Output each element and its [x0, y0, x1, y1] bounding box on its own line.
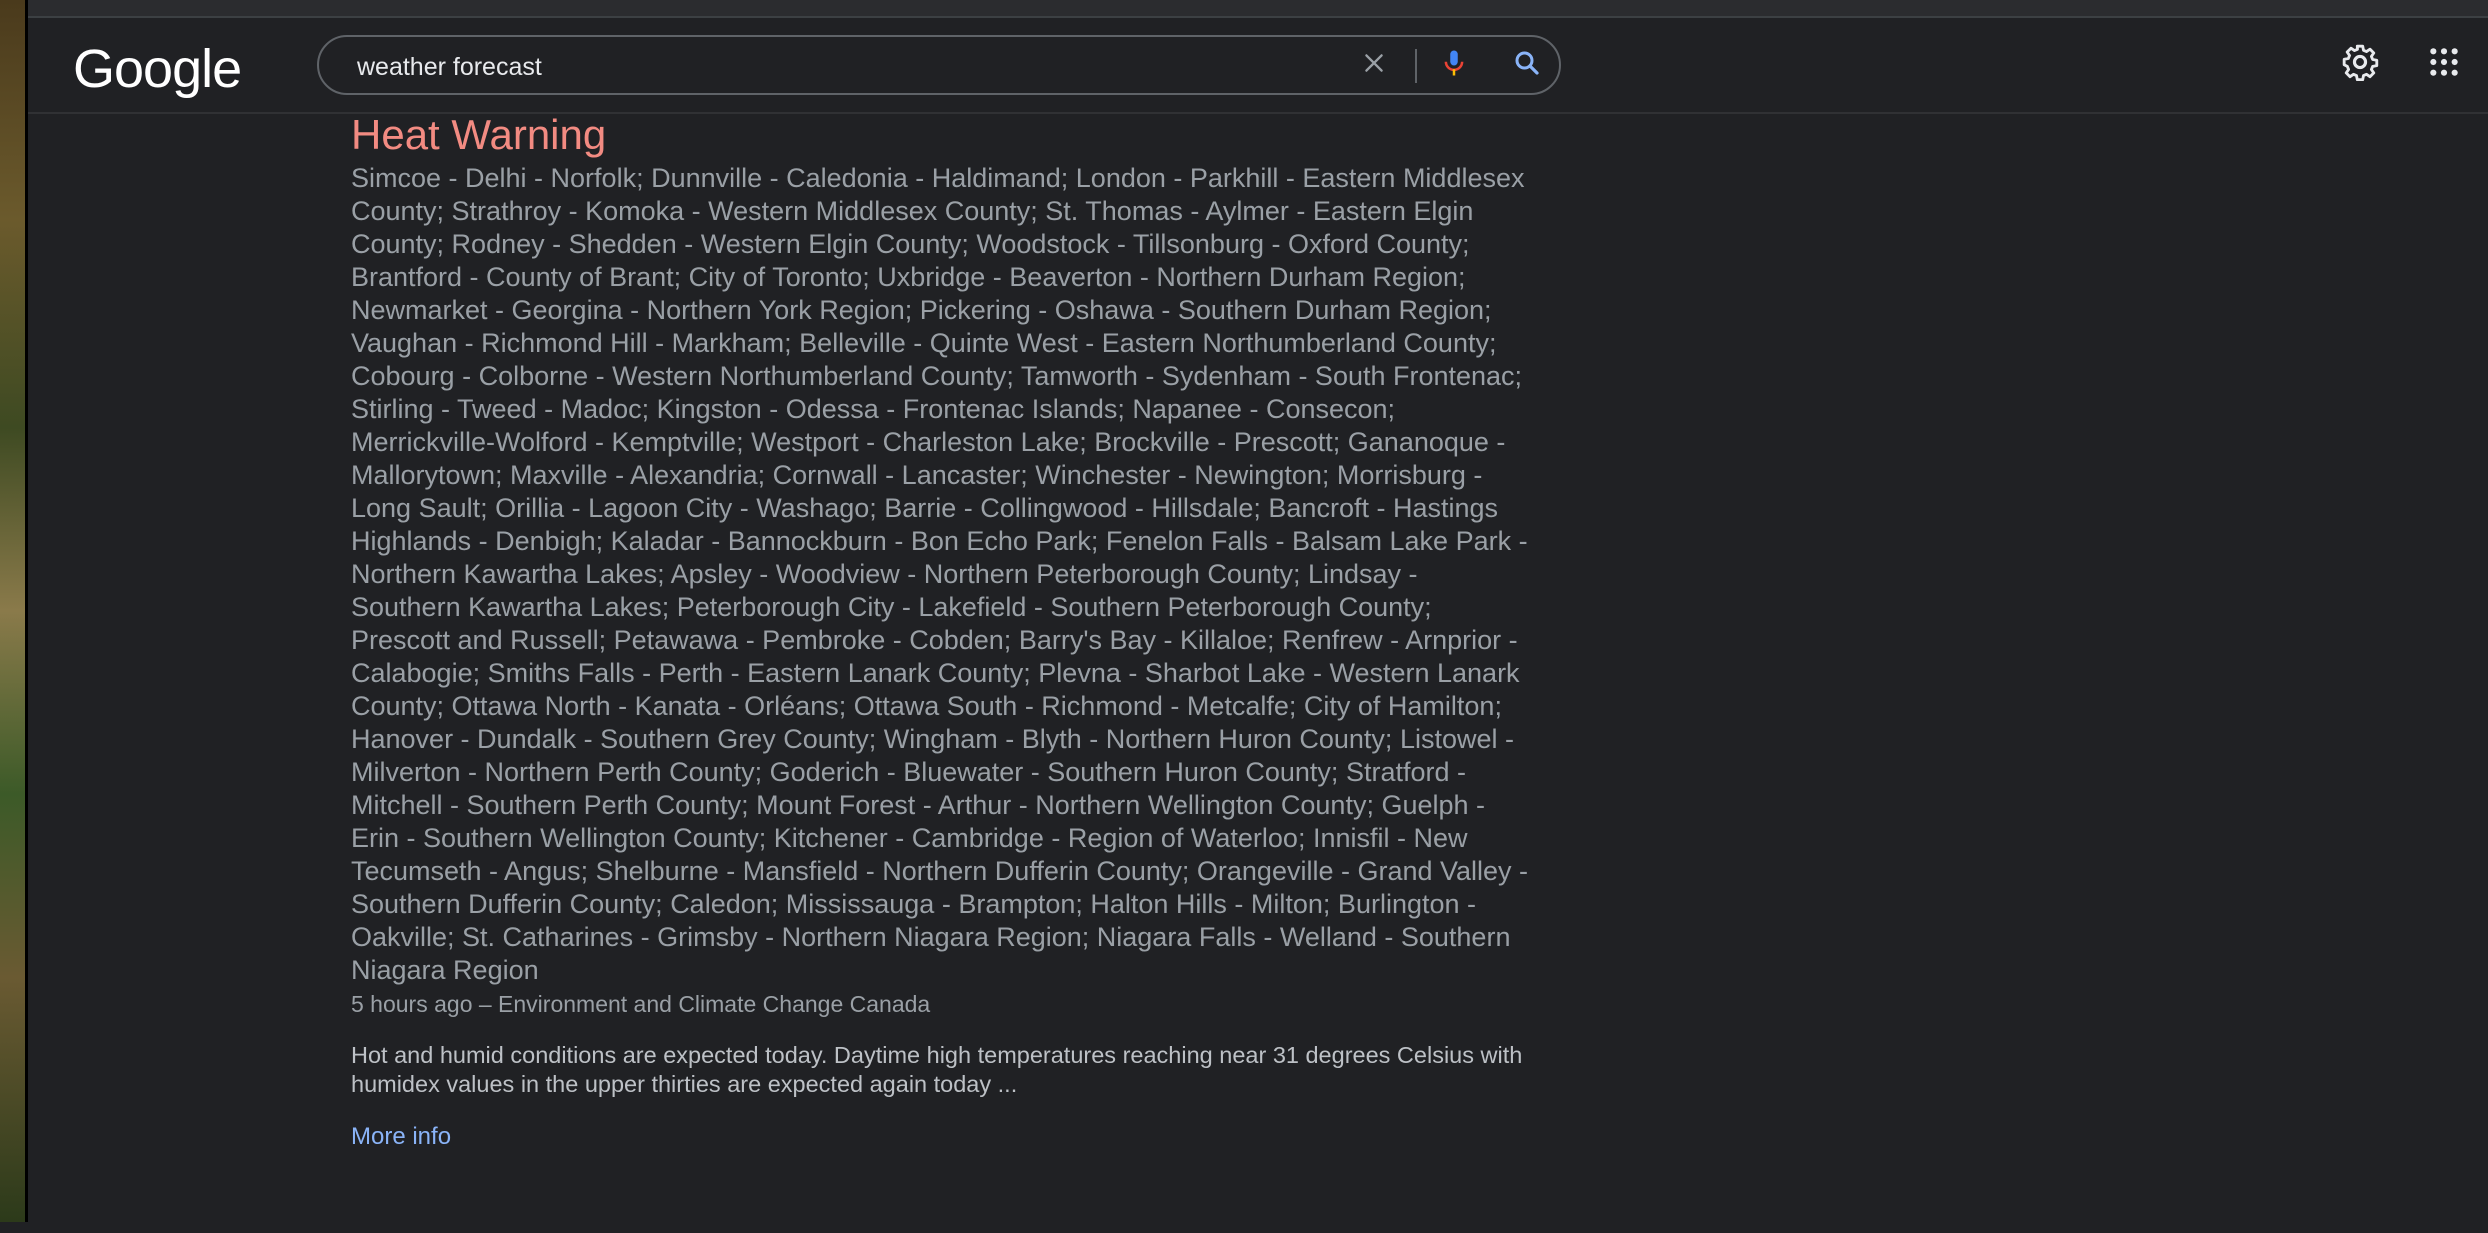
close-icon: [1361, 50, 1387, 81]
mic-icon: [1439, 48, 1469, 83]
alert-regions: Simcoe - Delhi - Norfolk; Dunnville - Ca…: [351, 163, 1529, 985]
search-box: [317, 35, 1561, 95]
clear-search-button[interactable]: [1354, 45, 1394, 85]
search-icon: [1512, 48, 1542, 83]
google-logo[interactable]: Google: [73, 42, 242, 96]
weather-alert-panel: Heat Warning Simcoe - Delhi - Norfolk; D…: [351, 112, 1531, 1151]
more-info-link[interactable]: More info: [351, 1123, 451, 1151]
google-apps-button[interactable]: [2420, 40, 2468, 88]
browser-chrome-edge: [28, 0, 2488, 18]
search-header: Google: [28, 18, 2488, 114]
search-button[interactable]: [1507, 45, 1547, 85]
desktop-background-strip: [0, 0, 28, 1222]
gear-icon: [2341, 43, 2379, 86]
search-divider: [1415, 49, 1417, 83]
alert-title: Heat Warning: [351, 111, 607, 158]
alert-summary: Hot and humid conditions are expected to…: [351, 1042, 1523, 1097]
voice-search-button[interactable]: [1434, 45, 1474, 85]
settings-button[interactable]: [2336, 40, 2384, 88]
alert-source-meta: 5 hours ago – Environment and Climate Ch…: [351, 991, 931, 1017]
search-input[interactable]: [355, 49, 1319, 85]
apps-grid-icon: [2428, 46, 2460, 83]
